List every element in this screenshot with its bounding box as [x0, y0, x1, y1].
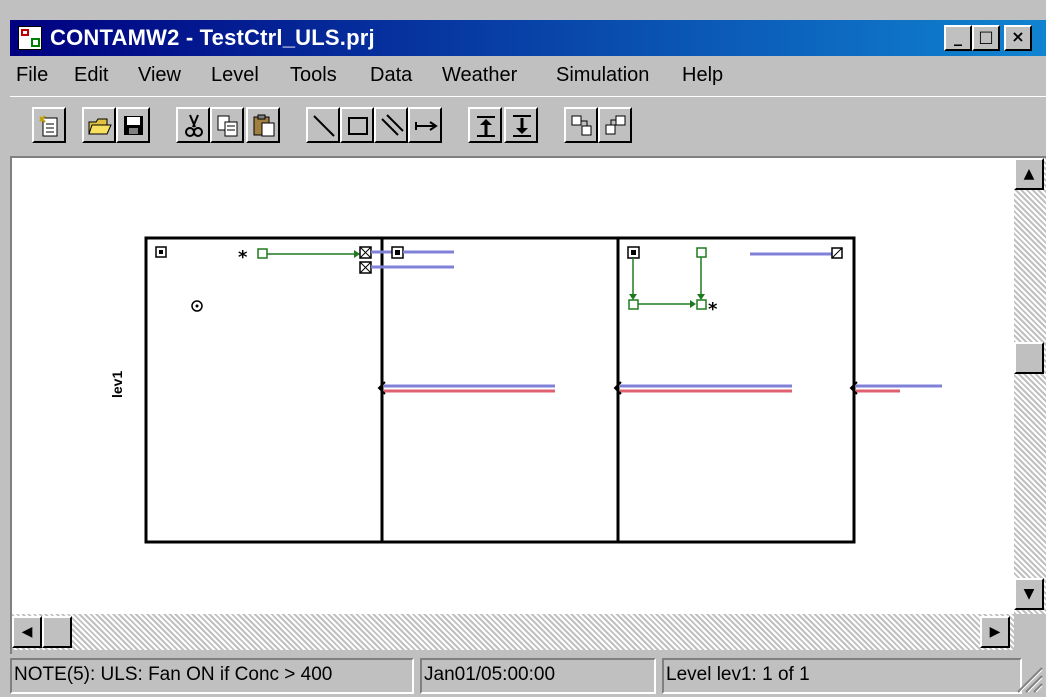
menu-bar: File Edit View Level Tools Data Weather … [10, 58, 1046, 94]
draw-line-icon [313, 115, 335, 137]
copy-icon [217, 115, 238, 137]
new-icon [39, 115, 58, 137]
draw-duct-icon [415, 121, 438, 131]
horizontal-scrollbar[interactable]: ◀ ▶ [12, 614, 1014, 650]
paste-clipboard-icon [253, 114, 275, 137]
duct-run-3[interactable] [856, 384, 942, 393]
sketchpad-drawing[interactable]: lev1 * * [12, 158, 1014, 614]
open-button[interactable] [82, 107, 116, 143]
level-icon-2 [605, 115, 626, 135]
cut-button[interactable] [176, 107, 210, 143]
terminal-icon[interactable] [831, 247, 843, 259]
level-down-icon [513, 115, 531, 137]
scissors-icon [185, 114, 203, 137]
minimize-button[interactable]: _ [944, 25, 972, 51]
scroll-right-button[interactable]: ▶ [980, 616, 1010, 648]
duct-run-2[interactable] [620, 384, 792, 393]
level-marker: lev1 [109, 371, 125, 398]
control-arrow-4 [690, 300, 696, 308]
vertical-scrollbar[interactable]: ▲ ▼ [1014, 158, 1046, 614]
scroll-down-button[interactable]: ▼ [1014, 578, 1044, 610]
menu-weather[interactable]: Weather [442, 64, 517, 87]
control-arrow [354, 250, 360, 258]
menu-help[interactable]: Help [682, 64, 723, 87]
contaminant-source-icon[interactable] [191, 300, 203, 312]
control-star-icon[interactable]: * [238, 247, 248, 268]
horizontal-scroll-thumb[interactable] [42, 616, 72, 648]
scroll-left-button[interactable]: ◀ [12, 616, 42, 648]
status-bar: NOTE(5): ULS: Fan ON if Conc > 400 Jan01… [10, 652, 1046, 697]
control-star-icon-2[interactable]: * [708, 299, 718, 320]
control-arrow-2 [629, 294, 637, 300]
menu-file[interactable]: File [16, 64, 48, 87]
menu-view[interactable]: View [138, 64, 181, 87]
damper-icon-2[interactable] [359, 261, 372, 274]
open-folder-icon [88, 118, 112, 135]
save-button[interactable] [116, 107, 150, 143]
new-button[interactable] [32, 107, 66, 143]
sketchpad-canvas[interactable]: lev1 * * [12, 158, 1014, 614]
damper-icon[interactable] [359, 246, 372, 259]
zone-icon[interactable] [155, 246, 167, 258]
zone-icon-3[interactable] [627, 246, 640, 259]
level-up-button[interactable] [468, 107, 502, 143]
menu-tools[interactable]: Tools [290, 64, 337, 87]
level-icon-1 [571, 115, 592, 136]
menu-data[interactable]: Data [370, 64, 412, 87]
draw-rectangle-icon [348, 117, 368, 135]
title-bar[interactable]: CONTAMW2 - TestCtrl_ULS.prj _ □ × [10, 20, 1046, 56]
draw-wall-icon [381, 114, 404, 136]
status-level: Level lev1: 1 of 1 [662, 658, 1022, 694]
control-node[interactable] [628, 299, 639, 310]
status-note: NOTE(5): ULS: Fan ON if Conc > 400 [10, 658, 414, 694]
control-node-2[interactable] [696, 299, 707, 310]
app-icon[interactable] [18, 26, 42, 50]
menu-simulation[interactable]: Simulation [556, 64, 649, 87]
toolbar [10, 96, 1046, 157]
window-title: CONTAMW2 - TestCtrl_ULS.prj [50, 25, 375, 50]
save-disk-icon [124, 116, 143, 135]
vertical-scroll-thumb[interactable] [1014, 342, 1044, 374]
status-time: Jan01/05:00:00 [420, 658, 656, 694]
level-down-button[interactable] [504, 107, 538, 143]
menu-edit[interactable]: Edit [74, 64, 108, 87]
sensor-node[interactable] [257, 248, 268, 259]
level-up-icon [477, 116, 495, 137]
level-tool-button-1[interactable] [564, 107, 598, 143]
duct-run-1[interactable] [384, 384, 555, 393]
paste-button[interactable] [246, 107, 280, 143]
close-button[interactable]: × [1004, 25, 1032, 51]
scroll-up-button[interactable]: ▲ [1014, 158, 1044, 190]
sensor-node-2[interactable] [696, 247, 707, 258]
zone-icon-2[interactable] [391, 246, 404, 259]
draw-line-button[interactable] [306, 107, 340, 143]
draw-rectangle-button[interactable] [340, 107, 374, 143]
level-tool-button-2[interactable] [598, 107, 632, 143]
draw-wall-button[interactable] [374, 107, 408, 143]
maximize-button[interactable]: □ [972, 25, 1000, 51]
menu-level[interactable]: Level [211, 64, 259, 87]
copy-button[interactable] [210, 107, 244, 143]
draw-duct-button[interactable] [408, 107, 442, 143]
scrollbar-corner [1014, 614, 1046, 650]
contamw-window: CONTAMW2 - TestCtrl_ULS.prj _ □ × File E… [0, 0, 1046, 697]
resize-grip-icon[interactable] [1010, 660, 1044, 694]
control-arrow-3 [697, 294, 705, 300]
